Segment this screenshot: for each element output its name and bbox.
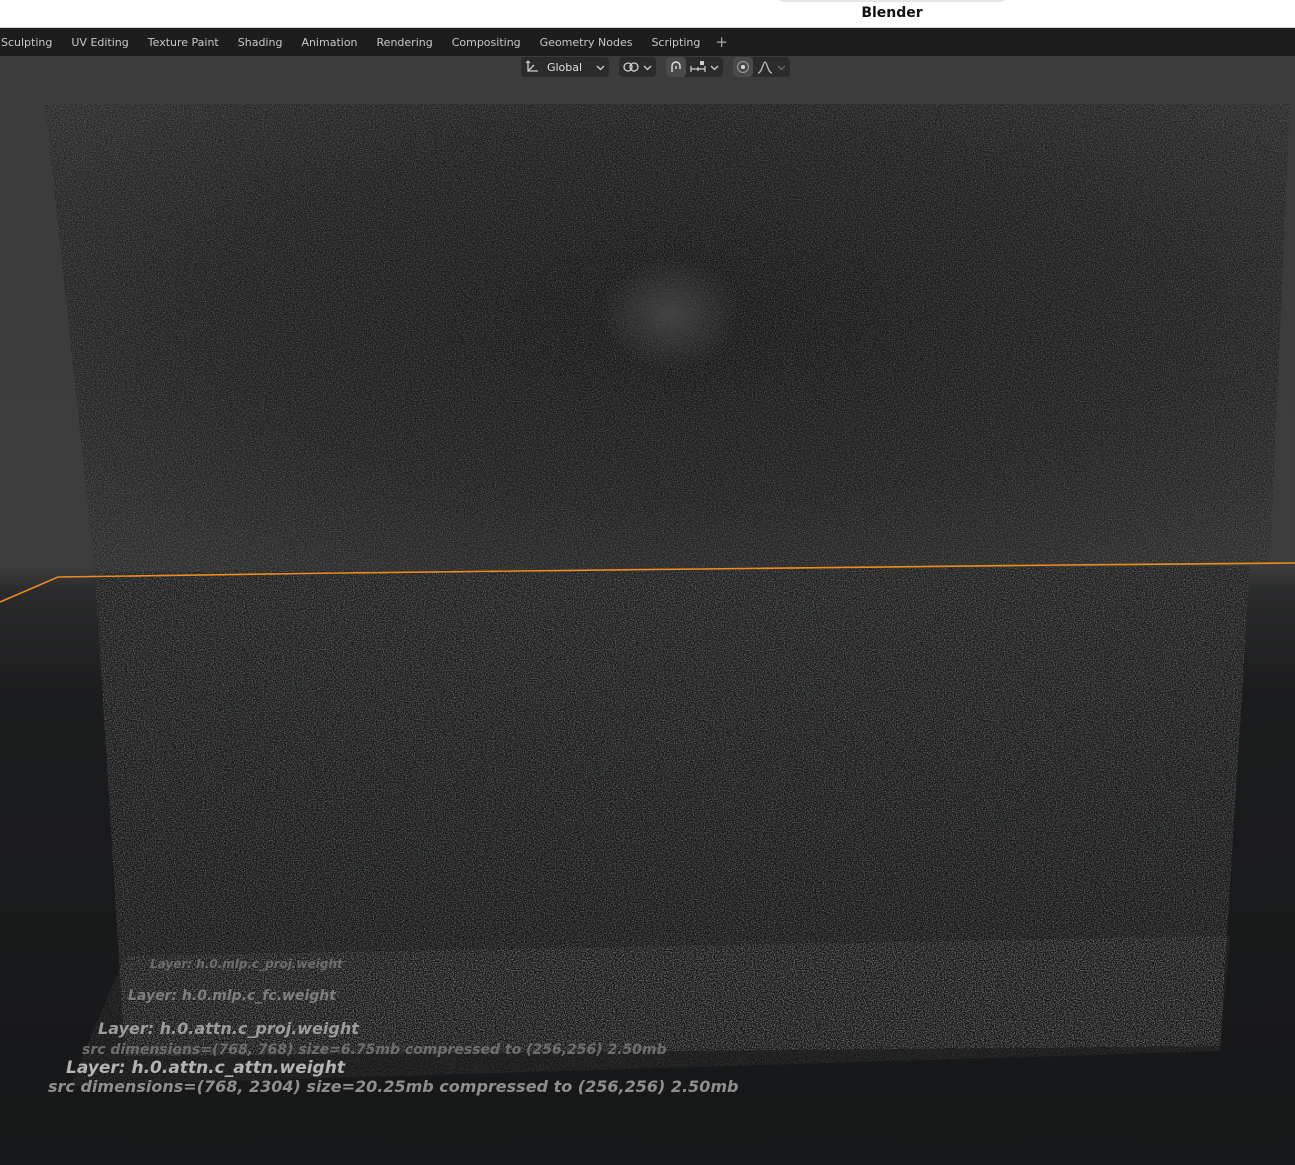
proportional-edit-toggle[interactable] — [733, 57, 754, 77]
magnet-icon — [671, 61, 681, 72]
window-titlebar: Blender — [0, 0, 1295, 28]
chevron-down-icon — [777, 65, 786, 70]
snap-toggle[interactable] — [666, 57, 687, 77]
transform-orientation-label: Global — [546, 60, 583, 74]
add-workspace-button[interactable]: + — [709, 28, 734, 56]
3d-viewport[interactable]: Global Layer: h.0.mlp.c_proj.weight Laye… — [0, 56, 1295, 1165]
tab-shading[interactable]: Shading — [228, 28, 292, 56]
tab-rendering[interactable]: Rendering — [367, 28, 442, 56]
tab-compositing[interactable]: Compositing — [442, 28, 530, 56]
falloff-dropdown[interactable] — [753, 57, 790, 77]
window-title: Blender — [861, 5, 923, 21]
chevron-down-icon — [643, 65, 652, 70]
transform-orientation-group: Global — [520, 57, 610, 77]
pivot-group — [619, 57, 657, 77]
proportional-edit-icon — [737, 61, 750, 73]
snap-increment-icon — [690, 61, 706, 72]
chevron-down-icon — [710, 65, 719, 70]
transform-orientation-dropdown[interactable]: Global — [521, 57, 609, 77]
axis-icon — [525, 60, 538, 72]
tab-sculpting[interactable]: Sculpting — [0, 28, 61, 56]
snap-target-dropdown[interactable] — [686, 57, 723, 77]
snapping-group — [666, 57, 724, 77]
tab-uv-editing[interactable]: UV Editing — [61, 28, 137, 56]
tab-scripting[interactable]: Scripting — [641, 28, 709, 56]
tab-texture-paint[interactable]: Texture Paint — [138, 28, 228, 56]
tab-geometry-nodes[interactable]: Geometry Nodes — [530, 28, 642, 56]
falloff-curve-icon — [757, 61, 773, 74]
title-tab-indicator — [780, 0, 1004, 2]
chevron-down-icon — [596, 65, 605, 70]
workspace-tab-bar: Sculpting UV Editing Texture Paint Shadi… — [0, 28, 1295, 56]
link-icon — [623, 62, 639, 72]
viewport-tool-header: Global — [0, 56, 1295, 78]
proportional-group — [733, 57, 791, 77]
weight-plane — [0, 104, 1295, 1086]
pivot-point-dropdown[interactable] — [619, 57, 656, 77]
tab-animation[interactable]: Animation — [291, 28, 366, 56]
